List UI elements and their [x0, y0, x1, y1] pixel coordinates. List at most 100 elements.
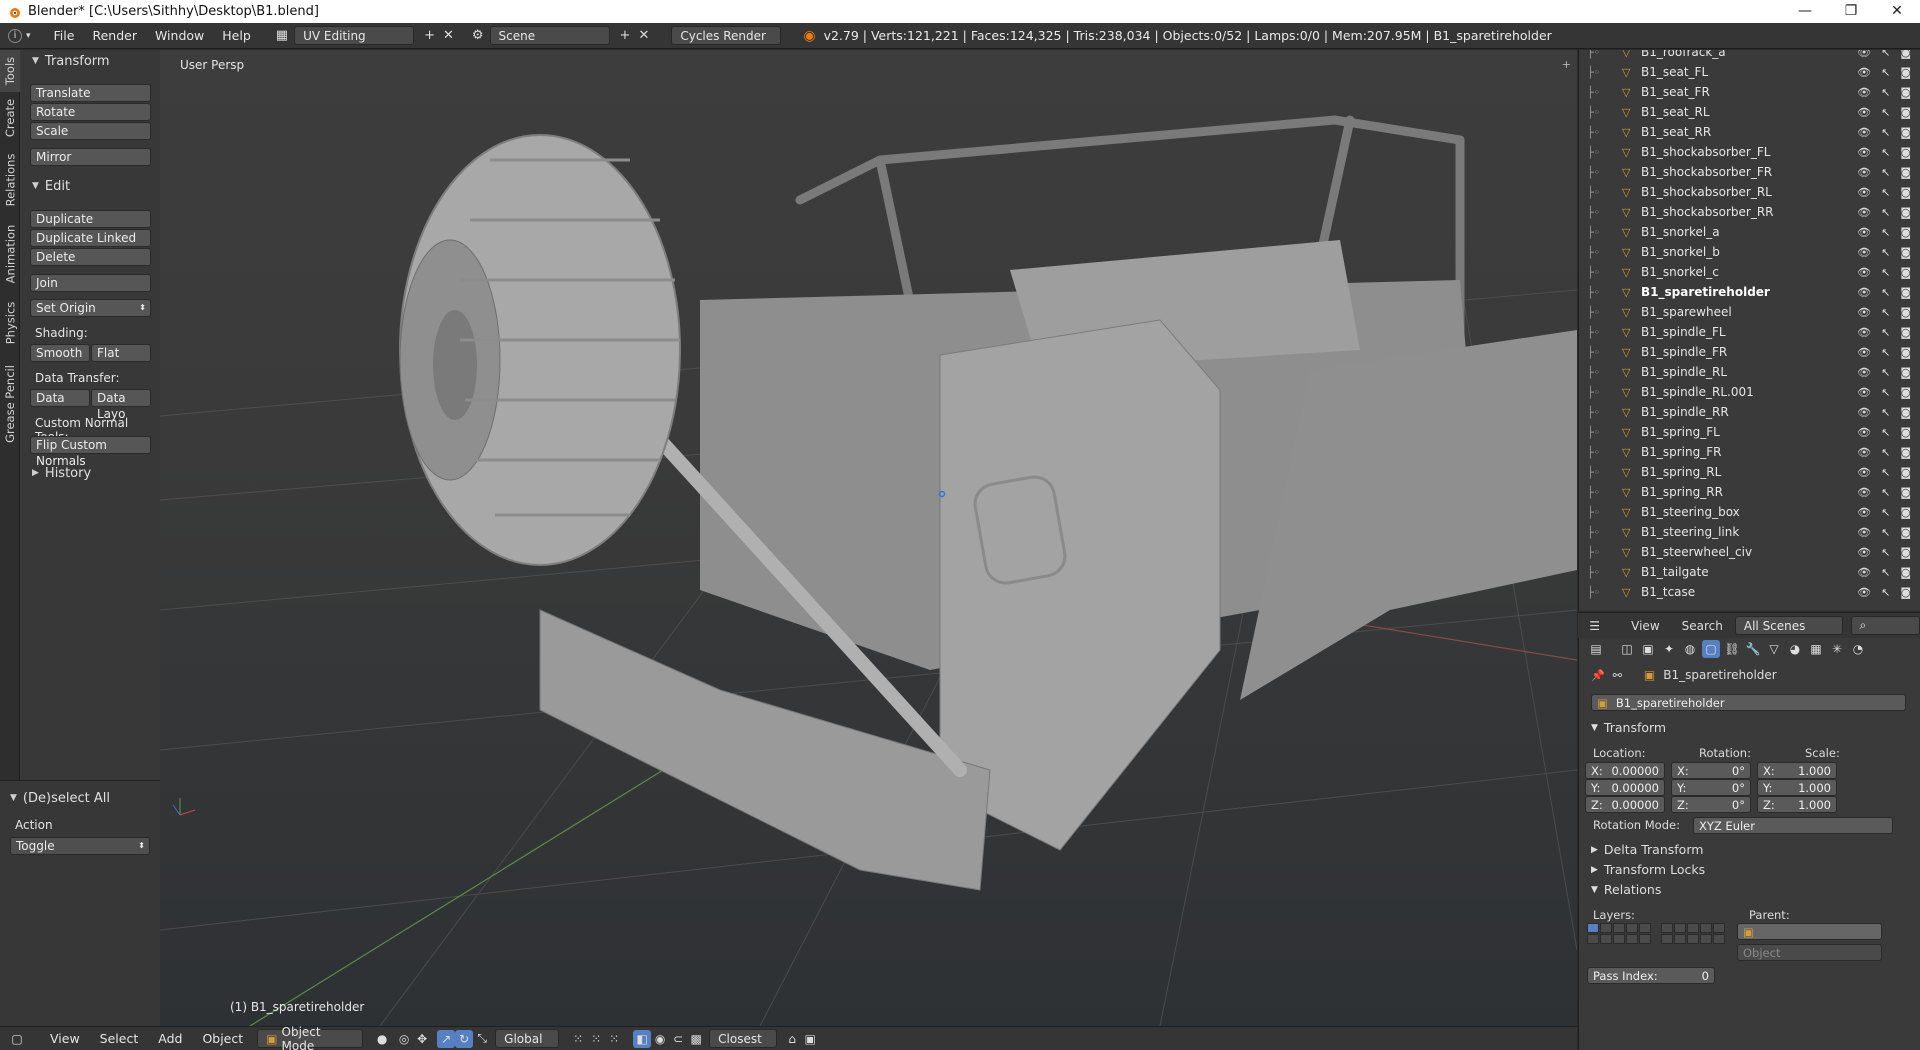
selectable-cursor-icon[interactable]: ↖ — [1881, 326, 1890, 339]
renderable-camera-icon[interactable]: ◙ — [1900, 586, 1911, 599]
visibility-eye-icon[interactable]: 👁 — [1857, 346, 1871, 359]
parent-field[interactable]: ▣ — [1737, 923, 1882, 940]
add-screen-icon[interactable]: + — [420, 28, 439, 43]
interaction-mode-dropdown[interactable]: ▣ Object Mode — [257, 1025, 364, 1050]
parent-type-dropdown[interactable]: Object — [1737, 944, 1882, 961]
manipulator-icon[interactable]: ✥ — [413, 1030, 431, 1048]
selectable-cursor-icon[interactable]: ↖ — [1881, 66, 1890, 79]
renderable-camera-icon[interactable]: ◙ — [1900, 126, 1911, 139]
outliner-row[interactable]: ├◦ ▽ B1_tcase 👁 ↖ ◙ — [1579, 582, 1920, 602]
snap-target-dropdown[interactable]: Closest — [709, 1029, 778, 1048]
visibility-eye-icon[interactable]: 👁 — [1857, 206, 1871, 219]
relations-header[interactable]: ▼ Relations — [1591, 882, 1661, 897]
render-layers-tab-icon[interactable]: ▣ — [1639, 640, 1657, 658]
display-mode-dropdown[interactable]: All Scenes — [1734, 616, 1843, 635]
set-origin-dropdown[interactable]: Set Origin ⬍ — [30, 299, 151, 317]
delete-scene-icon[interactable]: ✕ — [634, 28, 653, 43]
outliner-search-input[interactable]: ⌕ — [1850, 616, 1920, 635]
visibility-eye-icon[interactable]: 👁 — [1857, 50, 1871, 59]
scene-icon[interactable]: ⚙ — [468, 28, 488, 43]
renderable-camera-icon[interactable]: ◙ — [1900, 466, 1911, 479]
outliner-row[interactable]: ├◦ ▽ B1_shockabsorber_FR 👁 ↖ ◙ — [1579, 162, 1920, 182]
render-animation-icon[interactable]: ▣ — [801, 1030, 819, 1048]
selectable-cursor-icon[interactable]: ↖ — [1881, 126, 1890, 139]
layer-toggle[interactable] — [1613, 923, 1625, 933]
renderable-camera-icon[interactable]: ◙ — [1900, 326, 1911, 339]
renderable-camera-icon[interactable]: ◙ — [1900, 226, 1911, 239]
selectable-cursor-icon[interactable]: ↖ — [1881, 506, 1890, 519]
menu-help[interactable]: Help — [213, 28, 260, 43]
visibility-eye-icon[interactable]: 👁 — [1857, 486, 1871, 499]
location-field[interactable]: X: 0.00000 — [1585, 762, 1665, 779]
outliner-search-menu[interactable]: Search — [1682, 619, 1723, 633]
renderable-camera-icon[interactable]: ◙ — [1900, 406, 1911, 419]
menu-render[interactable]: Render — [83, 28, 146, 43]
renderable-camera-icon[interactable]: ◙ — [1900, 86, 1911, 99]
renderable-camera-icon[interactable]: ◙ — [1900, 426, 1911, 439]
renderable-camera-icon[interactable]: ◙ — [1900, 186, 1911, 199]
add-scene-icon[interactable]: + — [616, 28, 635, 43]
renderable-camera-icon[interactable]: ◙ — [1900, 346, 1911, 359]
selectable-cursor-icon[interactable]: ↖ — [1881, 426, 1890, 439]
layers-grid-a[interactable] — [1587, 923, 1651, 944]
3d-viewport[interactable]: User Persp (1) B1_sparetireholder + — [160, 50, 1577, 1026]
viewport-shading-icon[interactable]: ● — [373, 1030, 391, 1048]
data-layout-button[interactable]: Data Layo — [91, 389, 151, 421]
selectable-cursor-icon[interactable]: ↖ — [1881, 586, 1890, 599]
visibility-eye-icon[interactable]: 👁 — [1857, 306, 1871, 319]
flip-custom-normals-button[interactable]: Flip Custom Normals — [30, 436, 151, 468]
outliner-row[interactable]: ├◦ ▽ B1_spindle_RL.001 👁 ↖ ◙ — [1579, 382, 1920, 402]
data-transfer-button[interactable]: Data — [30, 389, 90, 407]
transform-orientation-dropdown[interactable]: Global — [495, 1029, 560, 1048]
renderable-camera-icon[interactable]: ◙ — [1900, 306, 1911, 319]
renderable-camera-icon[interactable]: ◙ — [1900, 206, 1911, 219]
rotation-mode-dropdown[interactable]: XYZ Euler — [1693, 817, 1893, 834]
selectable-cursor-icon[interactable]: ↖ — [1881, 286, 1890, 299]
scale-button[interactable]: Scale — [30, 122, 151, 140]
translate-button[interactable]: Translate — [30, 84, 151, 102]
menu-add[interactable]: Add — [148, 1031, 192, 1046]
outliner-row[interactable]: ├◦ ▽ B1_seat_RL 👁 ↖ ◙ — [1579, 102, 1920, 122]
selectable-cursor-icon[interactable]: ↖ — [1881, 526, 1890, 539]
tab-create[interactable]: Create — [0, 92, 20, 144]
layer-toggle[interactable] — [1626, 923, 1638, 933]
layer-toggle[interactable] — [1661, 934, 1673, 944]
scale-manipulator-icon[interactable]: ⤡ — [473, 1030, 491, 1048]
renderable-camera-icon[interactable]: ◙ — [1900, 566, 1911, 579]
renderable-camera-icon[interactable]: ◙ — [1900, 106, 1911, 119]
menu-select[interactable]: Select — [90, 1031, 149, 1046]
renderable-camera-icon[interactable]: ◙ — [1900, 526, 1911, 539]
renderable-camera-icon[interactable]: ◙ — [1900, 166, 1911, 179]
renderable-camera-icon[interactable]: ◙ — [1900, 266, 1911, 279]
outliner-row[interactable]: ├◦ ▽ B1_spring_FR 👁 ↖ ◙ — [1579, 442, 1920, 462]
renderable-camera-icon[interactable]: ◙ — [1900, 286, 1911, 299]
snap-element-icon[interactable]: ▩ — [687, 1030, 705, 1048]
outliner-row[interactable]: ├◦ ▽ B1_spring_FL 👁 ↖ ◙ — [1579, 422, 1920, 442]
edit-panel-header[interactable]: ▼ Edit — [22, 175, 70, 197]
viewport-corner-plus-icon[interactable]: + — [1562, 58, 1571, 71]
layer-toggle[interactable] — [1613, 934, 1625, 944]
last-operator-header[interactable]: ▼ (De)select All — [0, 787, 160, 809]
tab-animation[interactable]: Animation — [0, 216, 20, 292]
rotation-field[interactable]: X: 0° — [1671, 762, 1751, 779]
selectable-cursor-icon[interactable]: ↖ — [1881, 546, 1890, 559]
visibility-eye-icon[interactable]: 👁 — [1857, 106, 1871, 119]
layer-toggle[interactable] — [1713, 934, 1725, 944]
selectable-cursor-icon[interactable]: ↖ — [1881, 106, 1890, 119]
menu-object[interactable]: Object — [192, 1031, 253, 1046]
minimize-button[interactable]: — — [1782, 0, 1828, 23]
layers-icon[interactable]: ⁙ — [587, 1030, 605, 1048]
layer-toggle[interactable] — [1687, 934, 1699, 944]
lock-camera-icon[interactable]: ◧ — [633, 1029, 652, 1048]
delete-button[interactable]: Delete — [30, 248, 151, 266]
renderable-camera-icon[interactable]: ◙ — [1900, 446, 1911, 459]
layer-toggle[interactable] — [1674, 934, 1686, 944]
selectable-cursor-icon[interactable]: ↖ — [1881, 366, 1890, 379]
3d-view-editor-icon[interactable]: ▢ — [8, 1030, 26, 1048]
duplicate-linked-button[interactable]: Duplicate Linked — [30, 229, 151, 247]
rotation-field[interactable]: Z: 0° — [1671, 796, 1751, 813]
outliner-row[interactable]: ├◦ ▽ B1_tailgate 👁 ↖ ◙ — [1579, 562, 1920, 582]
outliner-row[interactable]: ├◦ ▽ B1_sparetireholder 👁 ↖ ◙ — [1579, 282, 1920, 302]
outliner-row[interactable]: ├◦ ▽ B1_seat_FR 👁 ↖ ◙ — [1579, 82, 1920, 102]
selectable-cursor-icon[interactable]: ↖ — [1881, 266, 1890, 279]
